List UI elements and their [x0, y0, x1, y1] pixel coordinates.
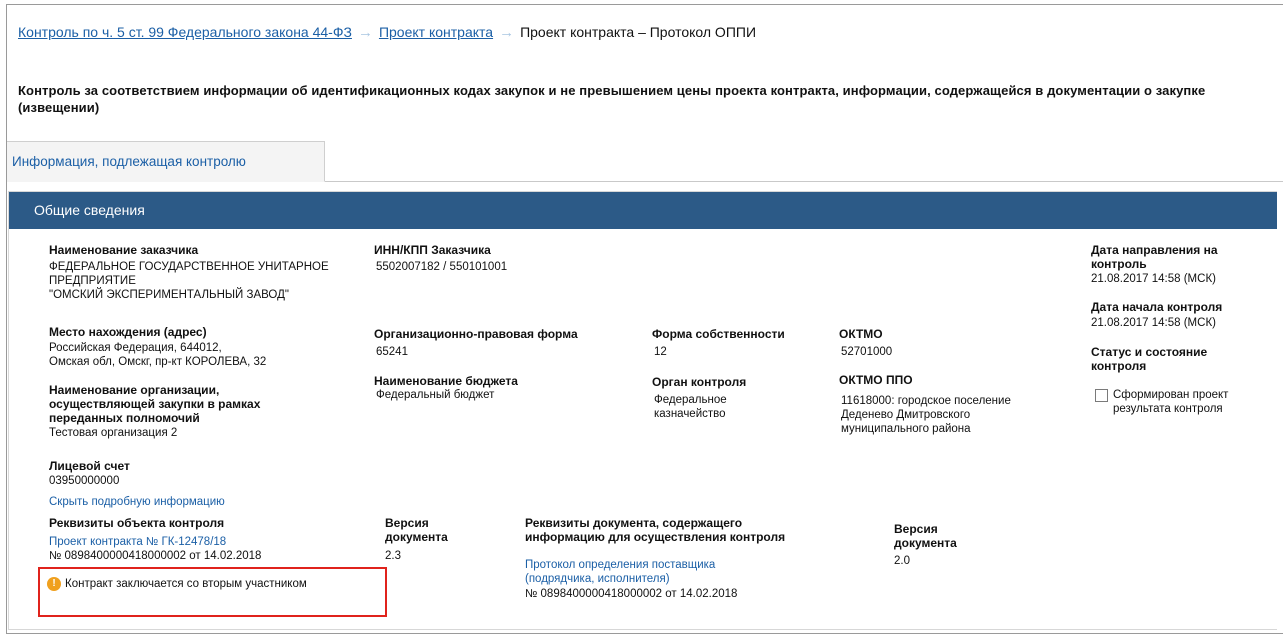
account-label: Лицевой счет: [49, 459, 130, 473]
protocol-link-line-1[interactable]: Протокол определения поставщика: [525, 558, 715, 572]
opf-label: Организационно-правовая форма: [374, 327, 578, 341]
opf-value: 65241: [376, 346, 408, 358]
org-label-line-1: Наименование организации,: [49, 383, 220, 397]
customer-name-line-1: ФЕДЕРАЛЬНОЕ ГОСУДАРСТВЕННОЕ УНИТАРНОЕ: [49, 261, 329, 273]
oktmo-ppo-line-1: 11618000: городское поселение: [841, 395, 1011, 407]
control-body-label: Орган контроля: [652, 375, 747, 389]
control-body-line-1: Федеральное: [654, 394, 727, 406]
object-version-value: 2.3: [385, 550, 401, 562]
breadcrumb-current: Проект контракта – Протокол ОППИ: [520, 24, 757, 40]
doc-version-label-line-1: Версия: [894, 522, 938, 536]
start-date-value: 21.08.2017 14:58 (МСК): [1091, 317, 1216, 329]
inn-value: 5502007182 / 550101001: [376, 261, 508, 273]
breadcrumb-arrow-icon: →: [357, 23, 373, 41]
customer-name-line-3: "ОМСКИЙ ЭКСПЕРИМЕНТАЛЬНЫЙ ЗАВОД": [49, 289, 289, 301]
org-value: Тестовая организация 2: [49, 427, 178, 439]
object-number: № 0898400000418000002 от 14.02.2018: [49, 550, 262, 562]
budget-label: Наименование бюджета: [374, 374, 518, 388]
doc-number: № 0898400000418000002 от 14.02.2018: [525, 588, 738, 600]
object-version-label-line-2: документа: [385, 530, 448, 544]
org-label-line-2: осуществляющей закупки в рамках: [49, 397, 261, 411]
oktmo-ppo-line-3: муниципального района: [841, 423, 971, 435]
doc-requisites-label-line-1: Реквизиты документа, содержащего: [525, 516, 743, 530]
object-version-label-line-1: Версия: [385, 516, 429, 530]
page-title: Контроль за соответствием информации об …: [18, 83, 1206, 115]
address-line-1: Российская Федерация, 644012,: [49, 342, 222, 354]
ownership-value: 12: [654, 346, 667, 358]
account-value: 03950000000: [49, 475, 120, 487]
budget-value: Федеральный бюджет: [376, 389, 495, 401]
oktmo-label: ОКТМО: [839, 327, 883, 341]
customer-name-line-2: ПРЕДПРИЯТИЕ: [49, 275, 136, 287]
sent-date-label-line-2: контроль: [1091, 257, 1147, 271]
draft-result-checkbox-label: Сформирован проект результата контроля: [1113, 389, 1229, 415]
start-date-label: Дата начала контроля: [1091, 300, 1223, 314]
draft-result-checkbox-row[interactable]: Сформирован проект результата контроля: [1095, 388, 1263, 416]
customer-name-label: Наименование заказчика: [49, 243, 199, 257]
doc-version-value: 2.0: [894, 555, 910, 567]
doc-requisites-label-line-2: информацию для осуществления контроля: [525, 530, 786, 544]
status-label-line-2: контроля: [1091, 359, 1147, 373]
oktmo-ppo-line-2: Деденево Дмитровского: [841, 409, 971, 421]
inn-label: ИНН/КПП Заказчика: [374, 243, 491, 257]
general-info-panel: Общие сведения Наименование заказчика ФЕ…: [8, 191, 1277, 630]
sent-date-label-line-1: Дата направления на: [1091, 243, 1218, 257]
tab-controlled-info[interactable]: Информация, подлежащая контролю: [7, 141, 325, 182]
oktmo-ppo-label: ОКТМО ППО: [839, 373, 913, 387]
contract-project-link[interactable]: Проект контракта № ГК-12478/18: [49, 535, 226, 549]
address-line-2: Омская обл, Омскг, пр-кт КОРОЛЕВА, 32: [49, 356, 267, 368]
breadcrumb-link-control[interactable]: Контроль по ч. 5 ст. 99 Федерального зак…: [18, 24, 352, 40]
oktmo-value: 52701000: [841, 346, 893, 358]
draft-result-checkbox[interactable]: [1095, 389, 1108, 402]
breadcrumb: Контроль по ч. 5 ст. 99 Федерального зак…: [18, 22, 756, 42]
warning-icon: !: [47, 577, 61, 591]
warning-message: ! Контракт заключается со вторым участни…: [47, 577, 307, 591]
hide-details-link[interactable]: Скрыть подробную информацию: [49, 495, 225, 509]
breadcrumb-arrow-icon: →: [499, 23, 515, 41]
warning-text: Контракт заключается со вторым участнико…: [65, 578, 307, 590]
org-label-line-3: переданных полномочий: [49, 411, 200, 425]
address-label: Место нахождения (адрес): [49, 325, 207, 339]
ownership-label: Форма собственности: [652, 327, 785, 341]
doc-version-label-line-2: документа: [894, 536, 957, 550]
section-header: Общие сведения: [9, 192, 1277, 229]
protocol-link-line-2[interactable]: (подрядчика, исполнителя): [525, 572, 670, 586]
object-requisites-label: Реквизиты объекта контроля: [49, 516, 225, 530]
warning-highlight: [38, 567, 387, 617]
control-body-line-2: казначейство: [654, 408, 726, 420]
status-label-line-1: Статус и состояние: [1091, 345, 1208, 359]
sent-date-value: 21.08.2017 14:58 (МСК): [1091, 273, 1216, 285]
breadcrumb-link-contract-project[interactable]: Проект контракта: [379, 24, 493, 40]
